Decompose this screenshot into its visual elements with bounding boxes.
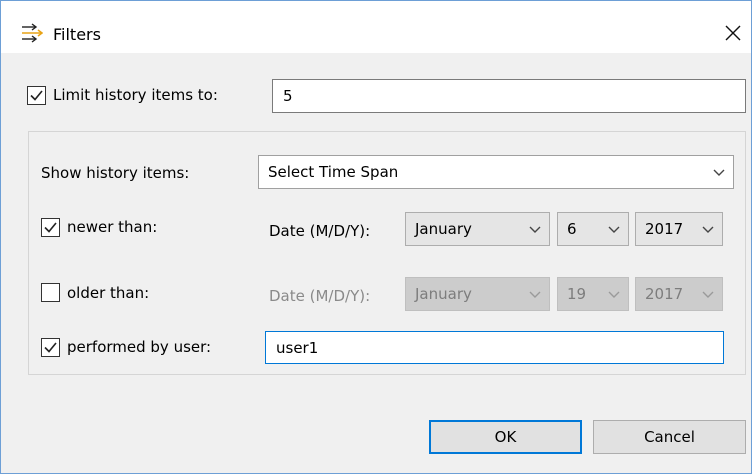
- newer-day-value: 6: [567, 220, 577, 238]
- older-year-value: 2017: [645, 285, 684, 303]
- user-input[interactable]: user1: [265, 331, 724, 364]
- chevron-down-icon: [608, 291, 620, 298]
- newer-than-checkbox[interactable]: [41, 218, 60, 237]
- chevron-down-icon: [608, 226, 620, 233]
- close-button[interactable]: [719, 19, 747, 47]
- filters-dialog: Filters Limit history items to: 5 Show h…: [0, 0, 752, 474]
- older-day-value: 19: [567, 285, 587, 303]
- ok-button[interactable]: OK: [429, 420, 582, 454]
- newer-date-label: Date (M/D/Y):: [269, 222, 371, 240]
- older-month-select: January: [405, 277, 550, 311]
- close-icon: [725, 25, 741, 41]
- older-day-select: 19: [557, 277, 629, 311]
- cancel-button[interactable]: Cancel: [593, 420, 746, 454]
- time-span-select[interactable]: Select Time Span: [258, 155, 734, 189]
- newer-month-value: January: [415, 220, 472, 238]
- older-month-value: January: [415, 285, 472, 303]
- limit-history-checkbox[interactable]: [27, 86, 46, 105]
- chevron-down-icon: [702, 226, 714, 233]
- newer-day-select[interactable]: 6: [557, 212, 629, 246]
- chevron-down-icon: [529, 226, 541, 233]
- older-than-checkbox[interactable]: [41, 283, 60, 302]
- check-icon: [30, 90, 43, 101]
- chevron-down-icon: [529, 291, 541, 298]
- title-bar: Filters: [1, 1, 751, 53]
- performed-by-user-label: performed by user:: [67, 338, 212, 356]
- dialog-title: Filters: [53, 25, 101, 44]
- limit-history-label: Limit history items to:: [53, 86, 218, 104]
- performed-by-user-checkbox[interactable]: [41, 338, 60, 357]
- show-history-label: Show history items:: [41, 164, 190, 182]
- newer-year-select[interactable]: 2017: [635, 212, 723, 246]
- time-span-value: Select Time Span: [268, 163, 399, 181]
- chevron-down-icon: [702, 291, 714, 298]
- older-date-label: Date (M/D/Y):: [269, 287, 371, 305]
- older-year-select: 2017: [635, 277, 723, 311]
- chevron-down-icon: [713, 169, 725, 176]
- filter-arrows-icon: [21, 23, 44, 43]
- newer-year-value: 2017: [645, 220, 684, 238]
- older-than-label: older than:: [67, 284, 150, 302]
- limit-history-input[interactable]: 5: [272, 79, 746, 113]
- check-icon: [44, 342, 57, 353]
- newer-than-label: newer than:: [67, 218, 158, 236]
- newer-month-select[interactable]: January: [405, 212, 550, 246]
- check-icon: [44, 222, 57, 233]
